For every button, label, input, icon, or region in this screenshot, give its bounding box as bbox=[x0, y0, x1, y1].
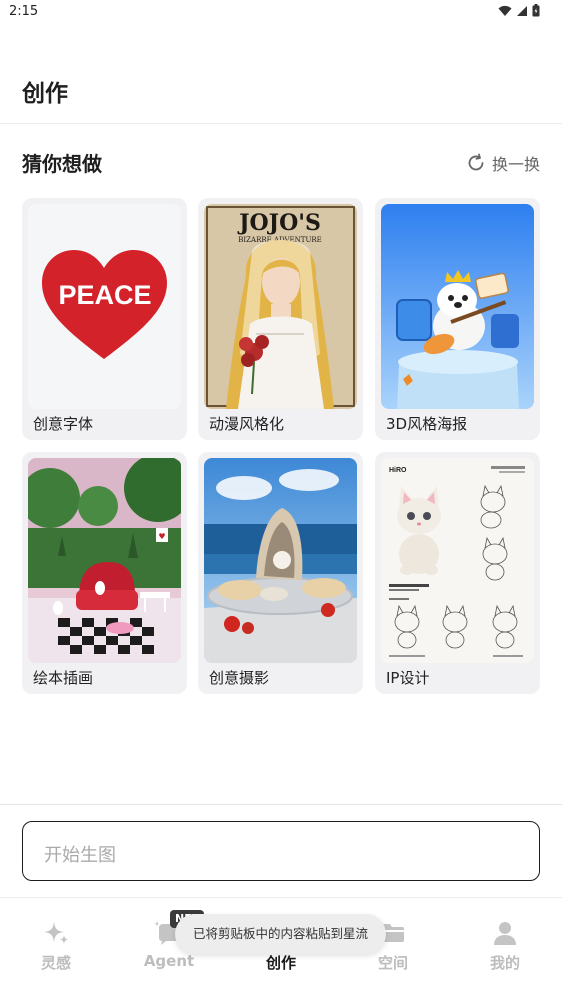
tab-inspiration[interactable]: 灵感 bbox=[11, 918, 101, 978]
peace-heart-image: PEACE bbox=[28, 204, 181, 409]
card-label: IP设计 bbox=[386, 669, 430, 687]
ip-brand-text: HiRO bbox=[389, 467, 407, 474]
page-title: 创作 bbox=[22, 81, 68, 107]
card-thumbnail: HiRO bbox=[381, 458, 534, 663]
card-thumbnail bbox=[204, 458, 357, 663]
person-icon bbox=[494, 922, 516, 945]
ip-design-sheet-image: HiRO bbox=[381, 458, 534, 663]
status-bar: 2:15 bbox=[0, 0, 562, 26]
card-label: 绘本插画 bbox=[33, 669, 94, 687]
card-creative-photo[interactable]: 创意摄影 bbox=[198, 452, 363, 694]
card-3d-poster[interactable]: 3D风格海报 bbox=[375, 198, 540, 440]
3d-poster-image bbox=[381, 204, 534, 409]
wifi-icon bbox=[498, 5, 512, 16]
prompt-input[interactable]: 开始生图 bbox=[22, 821, 540, 881]
cell-signal-icon bbox=[517, 5, 527, 16]
tab-label: 灵感 bbox=[40, 954, 71, 972]
card-ip-design[interactable]: HiRO IP设计 bbox=[375, 452, 540, 694]
jojo-title-text: JOJO'S bbox=[237, 210, 321, 236]
status-icons bbox=[498, 4, 540, 17]
status-time: 2:15 bbox=[9, 4, 39, 19]
card-label: 创意摄影 bbox=[209, 669, 270, 687]
card-label: 动漫风格化 bbox=[209, 415, 285, 433]
app-header: 创作 bbox=[0, 62, 562, 124]
tab-label: 创作 bbox=[265, 954, 296, 972]
tab-me[interactable]: 我的 bbox=[460, 918, 550, 978]
card-thumbnail: ♥ bbox=[28, 458, 181, 663]
card-label: 3D风格海报 bbox=[386, 415, 468, 433]
peace-text: PEACE bbox=[58, 280, 151, 310]
tab-label: 空间 bbox=[377, 954, 408, 972]
refresh-label: 换一换 bbox=[491, 155, 540, 174]
section-title: 猜你想做 bbox=[22, 152, 102, 176]
refresh-button[interactable]: 换一换 bbox=[466, 151, 540, 175]
card-label: 创意字体 bbox=[33, 415, 94, 433]
input-divider bbox=[0, 804, 562, 805]
card-thumbnail bbox=[381, 204, 534, 409]
suggest-section-header: 猜你想做 换一换 bbox=[22, 148, 540, 180]
picture-book-image: ♥ bbox=[28, 458, 181, 663]
clipboard-toast: 已将剪贴板中的内容粘贴到星流 bbox=[175, 914, 386, 954]
card-picture-book[interactable]: ♥ 绘本插画 bbox=[22, 452, 187, 694]
card-thumbnail: PEACE bbox=[28, 204, 181, 409]
anime-poster-image: JOJO'S BIZARRE ADVENTURE bbox=[204, 204, 357, 409]
sparkle-icon bbox=[44, 922, 68, 944]
card-thumbnail: JOJO'S BIZARRE ADVENTURE bbox=[204, 204, 357, 409]
svg-text:♥: ♥ bbox=[158, 532, 165, 541]
creative-photo-image bbox=[204, 458, 357, 663]
refresh-icon bbox=[468, 153, 484, 171]
battery-icon bbox=[532, 4, 540, 17]
tab-label: Agent bbox=[143, 952, 195, 970]
card-anime-style[interactable]: JOJO'S BIZARRE ADVENTURE 动漫风格化 bbox=[198, 198, 363, 440]
prompt-placeholder: 开始生图 bbox=[44, 845, 116, 866]
card-creative-font[interactable]: PEACE 创意字体 bbox=[22, 198, 187, 440]
tab-label: 我的 bbox=[489, 954, 520, 972]
